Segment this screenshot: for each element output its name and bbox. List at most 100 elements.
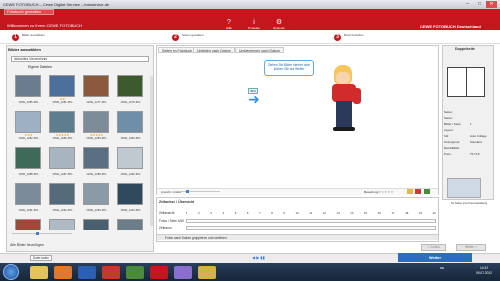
- step-2-number[interactable]: 2: [172, 34, 179, 41]
- thumbnail-image[interactable]: [15, 219, 41, 230]
- thumbnail-image[interactable]: [15, 75, 41, 97]
- thumbnail-item[interactable]: CIMG_1295.JPG: [12, 219, 45, 230]
- thumbnail-scrollbar[interactable]: [150, 76, 153, 226]
- brand-logo: CEWE FOTOBUCH Deutschland: [420, 24, 481, 29]
- thumbnail-image[interactable]: [117, 111, 143, 133]
- thumbnail-image[interactable]: [49, 219, 75, 230]
- add-all-images-button[interactable]: Alle Bilder hinzufügen: [10, 243, 44, 247]
- thumbnail-image[interactable]: [83, 75, 109, 97]
- step-bar: [0, 30, 500, 44]
- media-controls[interactable]: ◀ ▶ ▮▮: [252, 255, 290, 261]
- thumbnail-image[interactable]: [49, 111, 75, 133]
- step-1-number[interactable]: 1: [12, 34, 19, 41]
- group-by-date-toggle[interactable]: Fotos nach Datum gruppieren und sortiere…: [157, 234, 438, 240]
- thumbnail-item[interactable]: ★★ CIMG_1281.JPG: [46, 75, 79, 109]
- thumbnail-item[interactable]: CIMG_1284.JPG: [114, 111, 147, 145]
- property-label: Hintergrund:: [444, 140, 460, 144]
- start-button-icon[interactable]: [3, 264, 19, 280]
- tab-sort-date[interactable]: Umleiten nach Datum: [193, 47, 235, 53]
- close-button[interactable]: ✕: [486, 1, 497, 8]
- thumbnail-image[interactable]: [49, 183, 75, 205]
- timeline-tick: 12: [322, 211, 326, 215]
- thumbnail-item[interactable]: CIMG_1291.JPG: [12, 183, 45, 217]
- timeline-photos-bar[interactable]: [186, 219, 436, 223]
- thumbnail-image[interactable]: [15, 183, 41, 205]
- thumbnail-item[interactable]: CIMG_1285.JPG: [12, 75, 45, 109]
- thumbnail-image[interactable]: [49, 147, 75, 169]
- rating-stars[interactable]: ★★★★★: [378, 190, 394, 194]
- timeline-tick: 3: [210, 211, 212, 215]
- hilfe-button[interactable]: ? Hilfe: [218, 19, 240, 30]
- produkte-button[interactable]: i Produkte: [243, 19, 265, 30]
- thumbnail-item[interactable]: CIMG_1293.JPG: [80, 183, 113, 217]
- thumbnail-item[interactable]: ★★★ CIMG_1282.JPG: [12, 111, 45, 145]
- info-icon: i: [253, 19, 255, 26]
- step-3-label[interactable]: Buch bestellen: [344, 33, 364, 37]
- folder-name[interactable]: Eigene Dateien: [28, 65, 52, 69]
- timeline-label-range: Zeitraum: [159, 226, 172, 230]
- help-video-thumbnail[interactable]: [447, 178, 481, 198]
- thumbnail-item[interactable]: CIMG_1292.JPG: [46, 183, 79, 217]
- thumbnail-item[interactable]: ★★★★★ CIMG_1283.JPG: [80, 111, 113, 145]
- chat-icon[interactable]: [174, 266, 192, 279]
- thumbnail-image[interactable]: [83, 183, 109, 205]
- thumbnail-image[interactable]: [49, 75, 75, 97]
- minimize-button[interactable]: –: [462, 1, 473, 8]
- timeline-tick: 1: [186, 211, 188, 215]
- step-3-number[interactable]: 3: [334, 34, 341, 41]
- timeline-range-bar[interactable]: [186, 226, 436, 230]
- load-file-button[interactable]: Datei laden: [30, 255, 52, 261]
- assistant-legs: [336, 101, 352, 129]
- thumbnail-image[interactable]: [15, 111, 41, 133]
- thumbnail-item[interactable]: CIMG_1297.JPG: [80, 219, 113, 230]
- back-button[interactable]: < Zurück: [421, 244, 446, 251]
- thumbnail-image[interactable]: [117, 219, 143, 230]
- thumbnail-item[interactable]: CIMG_1288.JPG: [12, 147, 45, 181]
- thumbnail-item[interactable]: CIMG_1298.JPG: [114, 219, 147, 230]
- thumbnail-caption: CIMG_1293.JPG: [86, 209, 107, 212]
- thumbnail-item[interactable]: CIMG_1289.JPG: [80, 147, 113, 181]
- maximize-button[interactable]: □: [474, 1, 485, 8]
- weiter-button[interactable]: Weiter: [398, 253, 472, 262]
- thumbnail-item[interactable]: ★★★★★ CIMG_1286.JPG: [46, 111, 79, 145]
- folder-select[interactable]: Aktuelles Verzeichnis: [11, 56, 149, 62]
- folder-button-icon[interactable]: [407, 189, 413, 194]
- clock[interactable]: 14:32 09.07.2012: [476, 266, 492, 276]
- step-2-label[interactable]: Seiten gestalten: [182, 33, 204, 37]
- thumbnail-item[interactable]: CIMG_1277.JPG: [80, 75, 113, 109]
- thumbnail-image[interactable]: [117, 183, 143, 205]
- folder-icon[interactable]: [198, 266, 216, 279]
- thumbnail-item[interactable]: CIMG_1296.JPG: [46, 219, 79, 230]
- rating-label: Bewertung: [364, 190, 379, 194]
- thumbnail-caption: CIMG_1279.JPG: [120, 101, 141, 104]
- delete-button-icon[interactable]: [415, 189, 421, 194]
- pdf-icon[interactable]: [102, 266, 120, 279]
- thumbnail-item[interactable]: CIMG_1279.JPG: [114, 75, 147, 109]
- language-indicator[interactable]: DE: [440, 266, 444, 270]
- thumbnail-image[interactable]: [117, 75, 143, 97]
- view-size-slider[interactable]: [180, 190, 220, 193]
- explorer-icon[interactable]: [30, 266, 48, 279]
- add-button-icon[interactable]: [424, 189, 430, 194]
- thumbnail-image[interactable]: [15, 147, 41, 169]
- next-button[interactable]: Weiter >: [456, 244, 486, 251]
- header-tab[interactable]: Fotobuch gestalten: [4, 9, 54, 15]
- firefox-icon[interactable]: [54, 266, 72, 279]
- zoom-slider[interactable]: [12, 232, 72, 235]
- property-value: 1: [470, 122, 472, 126]
- word-icon[interactable]: [78, 266, 96, 279]
- step-1-label[interactable]: Bilder auswählen: [22, 33, 45, 37]
- cewe-icon[interactable]: [150, 266, 168, 279]
- thumbnail-item[interactable]: CIMG_1294.JPG: [114, 183, 147, 217]
- thumbnail-image[interactable]: [83, 147, 109, 169]
- optionen-button[interactable]: ⚙ Optionen: [268, 19, 290, 30]
- tab-pages[interactable]: Seiten im Fotobuch: [158, 47, 197, 53]
- thumbnail-image[interactable]: [83, 111, 109, 133]
- thumbnail-item[interactable]: CIMG_1290.JPG: [114, 147, 147, 181]
- thumbnail-item[interactable]: CIMG_1287.JPG: [46, 147, 79, 181]
- assistant-speech-bubble: Ziehen Sie Bilder hierher oder klicken S…: [264, 60, 314, 76]
- thumbnail-image[interactable]: [117, 147, 143, 169]
- tab-rename-date[interactable]: Umbenennen nach Datum: [235, 47, 284, 53]
- media-icon[interactable]: [126, 266, 144, 279]
- thumbnail-image[interactable]: [83, 219, 109, 230]
